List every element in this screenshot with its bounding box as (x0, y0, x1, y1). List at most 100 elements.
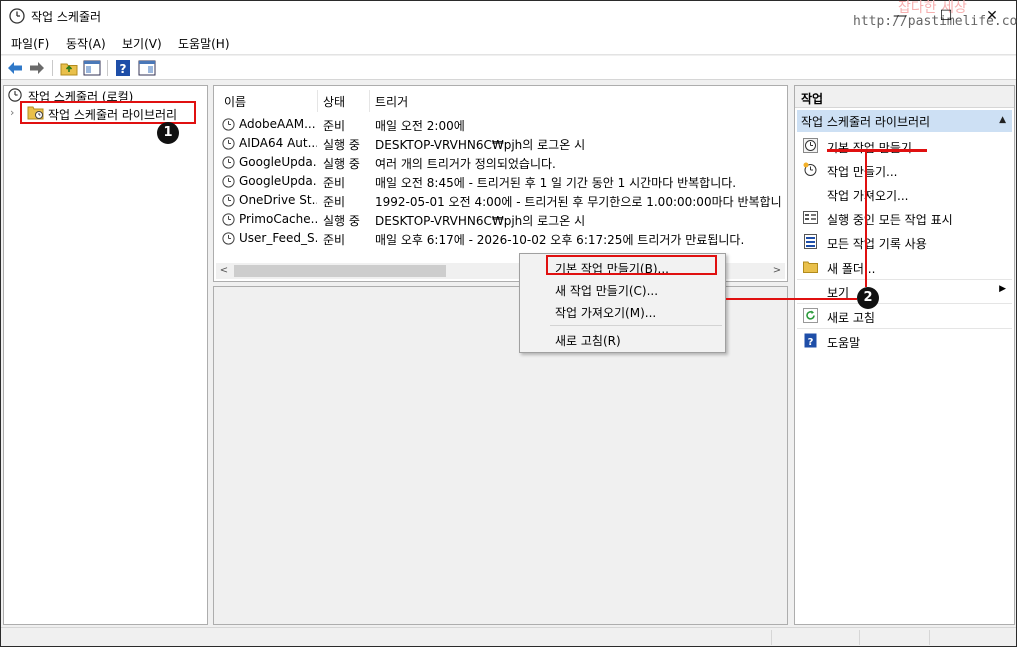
cell-status: 준비 (323, 233, 346, 247)
connector-line-horizontal (726, 298, 857, 300)
cell-name: OneDrive St... (239, 193, 317, 207)
maximize-button[interactable]: ☐ (923, 3, 969, 29)
help-icon: ? (804, 333, 817, 348)
cell-name: GoogleUpda... (239, 155, 317, 169)
action-label: 도움말 (827, 336, 861, 350)
action-new-folder[interactable]: 새 폴더... (797, 255, 1012, 279)
underline-basic-task (827, 149, 927, 152)
action-label: 모든 작업 기록 사용 (827, 237, 927, 251)
help-icon[interactable]: ? (114, 59, 132, 77)
history-icon (804, 234, 817, 249)
submenu-arrow-icon: ▶ (999, 284, 1006, 294)
scroll-right-icon[interactable]: > (769, 263, 785, 279)
step-badge-2: 2 (857, 287, 879, 309)
cell-trigger: DESKTOP-VRVHN6C₩pjh의 로그온 시 (375, 214, 586, 228)
cell-status: 준비 (323, 119, 346, 133)
actions-title-label: 작업 (801, 92, 824, 106)
highlight-box-library (20, 101, 196, 124)
table-row[interactable]: GoogleUpda... 준비 매일 오전 8:45에 - 트리거된 후 1 일 … (214, 172, 787, 191)
table-row[interactable]: PrimoCache... 실행 중 DESKTOP-VRVHN6C₩pjh의 로그… (214, 210, 787, 229)
back-arrow-icon[interactable] (6, 59, 24, 77)
action-import-task[interactable]: 작업 가져오기... (797, 182, 1012, 206)
cell-trigger: 1992-05-01 오전 4:00에 - 트리거된 후 무기한으로 1.00:… (375, 195, 782, 209)
ctx-label: 작업 가져오기(M)... (555, 306, 657, 320)
ctx-label: 새로 고침(R) (555, 334, 621, 348)
action-create-basic-task[interactable]: 기본 작업 만들기... (797, 134, 1012, 158)
svg-text:?: ? (120, 62, 127, 76)
column-header-trigger[interactable]: 트리거 (375, 93, 408, 110)
clock-icon (8, 88, 22, 102)
list-header: 이름 상태 트리거 (214, 90, 787, 112)
task-clock-icon (222, 175, 235, 188)
cell-trigger: 매일 오전 2:00에 (375, 119, 465, 133)
title-bar: 작업 스케줄러 잡다한 세상 http://pastimelife.com — … (1, 0, 1017, 31)
collapse-up-icon[interactable]: ▲ (999, 115, 1006, 125)
scrollbar-thumb[interactable] (234, 265, 446, 277)
minimize-button[interactable]: — (877, 3, 923, 29)
refresh-icon (803, 308, 818, 323)
cell-trigger: 매일 오전 8:45에 - 트리거된 후 1 일 기간 동안 1 시간마다 반복… (375, 176, 737, 190)
toolbar: ? (1, 56, 1016, 80)
show-action-pane-icon[interactable] (138, 59, 156, 77)
ctx-label: 새 작업 만들기(C)... (555, 284, 659, 298)
svg-text:?: ? (808, 337, 814, 348)
create-task-icon (803, 162, 817, 176)
ctx-import-task[interactable]: 작업 가져오기(M)... (520, 300, 725, 322)
table-row[interactable]: AIDA64 Aut... 실행 중 DESKTOP-VRVHN6C₩pjh의 로그… (214, 134, 787, 153)
show-hide-console-tree-icon[interactable] (83, 59, 101, 77)
column-header-name[interactable]: 이름 (224, 93, 246, 110)
cell-status: 준비 (323, 176, 346, 190)
ctx-create-task[interactable]: 새 작업 만들기(C)... (520, 278, 725, 300)
connector-line-vertical (865, 152, 867, 287)
actions-pane: 작업 작업 스케줄러 라이브러리 ▲ 기본 작업 만들기... 작업 만들기..… (794, 85, 1015, 625)
column-header-status[interactable]: 상태 (323, 93, 345, 110)
menu-help[interactable]: 도움말(H) (178, 35, 230, 52)
cell-name: GoogleUpda... (239, 174, 317, 188)
folder-icon (803, 261, 818, 273)
task-clock-icon (222, 232, 235, 245)
action-label: 실행 중인 모든 작업 표시 (827, 213, 953, 227)
window-title: 작업 스케줄러 (31, 10, 102, 24)
table-row[interactable]: AdobeAAM... 준비 매일 오전 2:00에 (214, 115, 787, 134)
actions-section-label: 작업 스케줄러 라이브러리 (801, 115, 931, 129)
forward-arrow-icon[interactable] (28, 59, 46, 77)
cell-trigger: 여러 개의 트리거가 정의되었습니다. (375, 157, 556, 171)
up-folder-icon[interactable] (60, 59, 78, 77)
clock-icon (9, 8, 25, 24)
cell-status: 실행 중 (323, 214, 360, 228)
scroll-left-icon[interactable]: < (216, 263, 232, 279)
table-row[interactable]: GoogleUpda... 실행 중 여러 개의 트리거가 정의되었습니다. (214, 153, 787, 172)
action-label: 새 폴더... (827, 262, 876, 276)
create-basic-task-icon (803, 138, 818, 153)
cell-trigger: DESKTOP-VRVHN6C₩pjh의 로그온 시 (375, 138, 586, 152)
console-tree: 작업 스케줄러 (로컬) › 작업 스케줄러 라이브러리 (3, 85, 208, 625)
action-label: 기본 작업 만들기... (827, 141, 924, 155)
action-create-task[interactable]: 작업 만들기... (797, 158, 1012, 182)
action-enable-all-history[interactable]: 모든 작업 기록 사용 (797, 230, 1012, 254)
ctx-refresh[interactable]: 새로 고침(R) (520, 328, 725, 350)
table-row[interactable]: User_Feed_S... 준비 매일 오후 6:17에 - 2026-10-02… (214, 229, 787, 248)
action-show-running-tasks[interactable]: 실행 중인 모든 작업 표시 (797, 206, 1012, 230)
action-label: 작업 만들기... (827, 165, 898, 179)
close-button[interactable]: ✕ (969, 3, 1015, 29)
actions-section-header[interactable]: 작업 스케줄러 라이브러리 ▲ (797, 110, 1012, 132)
action-label: 작업 가져오기... (827, 189, 909, 203)
table-row[interactable]: OneDrive St... 준비 1992-05-01 오전 4:00에 - 트리… (214, 191, 787, 210)
running-tasks-icon (803, 211, 818, 224)
cell-name: AIDA64 Aut... (239, 136, 317, 150)
menu-view[interactable]: 보기(V) (122, 35, 162, 52)
task-clock-icon (222, 137, 235, 150)
cell-trigger: 매일 오후 6:17에 - 2026-10-02 오후 6:17:25에 트리거… (375, 233, 745, 247)
chevron-right-icon[interactable]: › (10, 106, 14, 119)
step-badge-1: 1 (157, 122, 179, 144)
action-refresh[interactable]: 새로 고침 (797, 304, 1012, 328)
cell-name: AdobeAAM... (239, 117, 316, 131)
cell-status: 실행 중 (323, 138, 360, 152)
cell-status: 준비 (323, 195, 346, 209)
menu-file[interactable]: 파일(F) (11, 35, 49, 52)
action-help[interactable]: ? 도움말 (797, 329, 1012, 353)
task-clock-icon (222, 118, 235, 131)
task-clock-icon (222, 156, 235, 169)
menu-action[interactable]: 동작(A) (66, 35, 106, 52)
cell-name: PrimoCache... (239, 212, 317, 226)
